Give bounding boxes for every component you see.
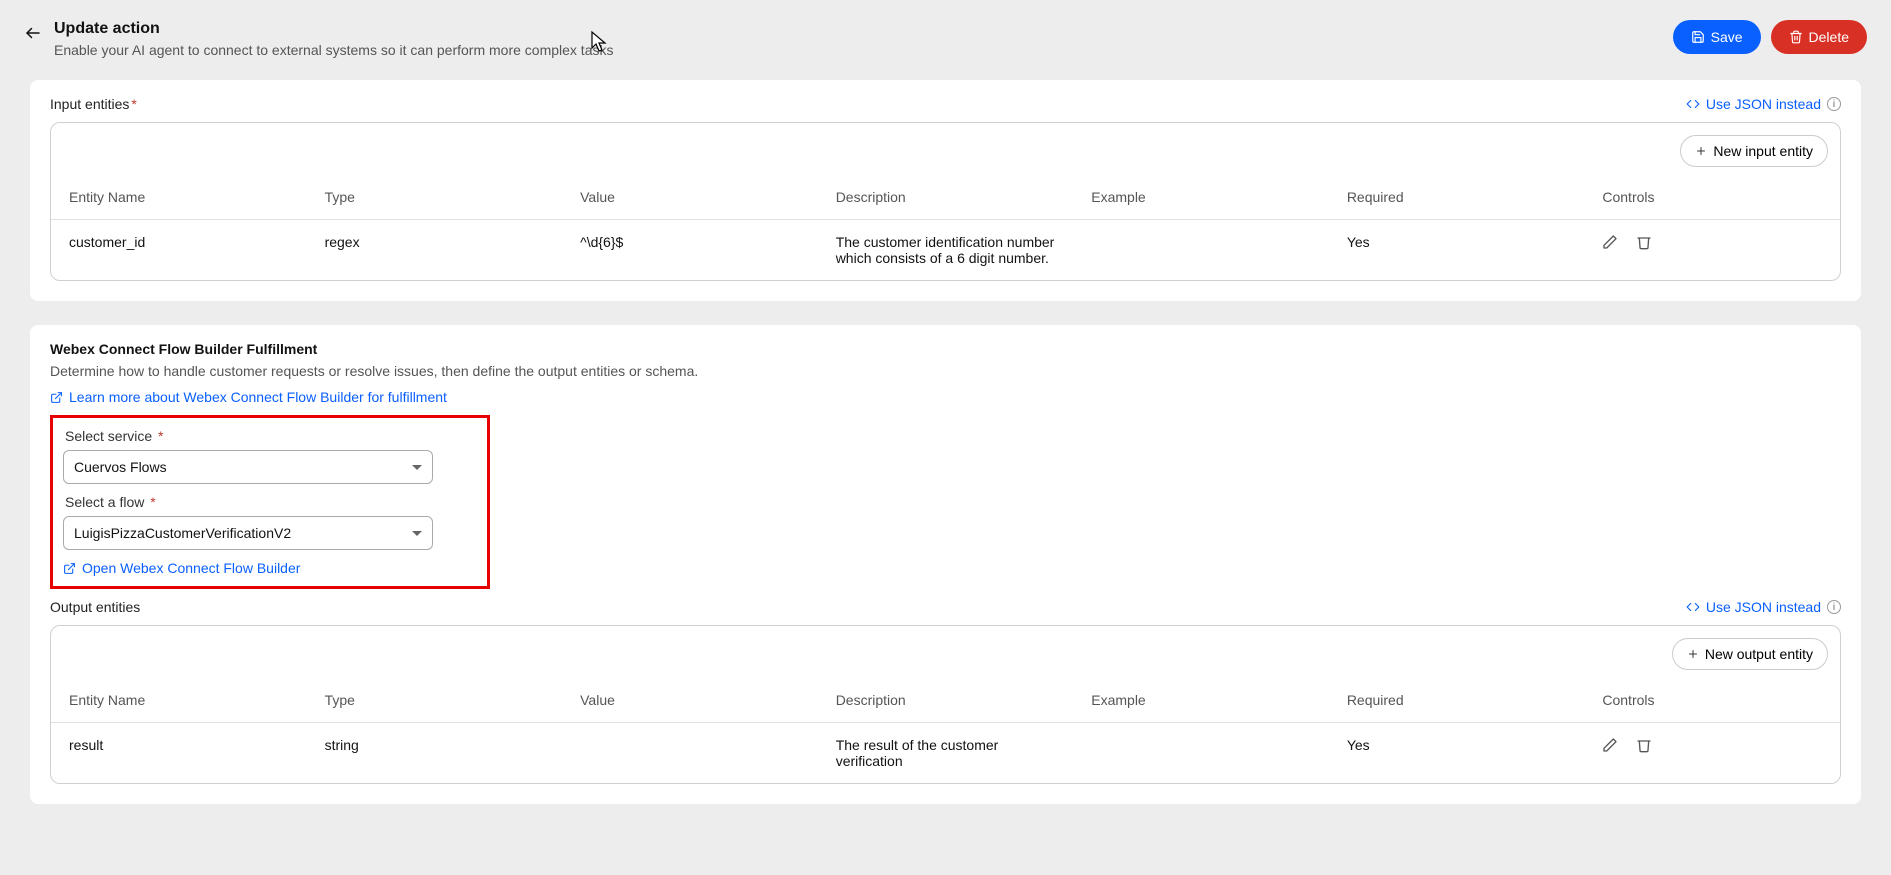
new-output-entity-button[interactable]: New output entity: [1672, 638, 1828, 670]
cell-type: regex: [307, 220, 563, 281]
cell-description: The customer identification number which…: [818, 220, 1074, 281]
required-asterisk: *: [131, 96, 136, 112]
use-json-text: Use JSON instead: [1706, 96, 1821, 112]
output-entities-label: Output entities: [50, 599, 140, 615]
new-input-entity-button[interactable]: New input entity: [1680, 135, 1828, 167]
external-link-icon: [63, 562, 76, 575]
required-asterisk: *: [150, 494, 155, 510]
open-flow-builder-text: Open Webex Connect Flow Builder: [82, 560, 300, 576]
cell-example: [1073, 723, 1329, 784]
back-arrow-icon[interactable]: [24, 24, 42, 45]
col-required: Required: [1329, 179, 1585, 220]
new-input-entity-label: New input entity: [1713, 143, 1813, 159]
select-flow-label: Select a flow *: [65, 494, 477, 510]
edit-icon[interactable]: [1602, 737, 1618, 756]
output-entities-table: New output entity Entity Name Type Value…: [50, 625, 1841, 784]
flow-selection-highlight: Select service * Cuervos Flows Select a …: [50, 415, 490, 589]
chevron-down-icon: [412, 465, 422, 470]
col-controls: Controls: [1584, 179, 1840, 220]
cell-description: The result of the customer verification: [818, 723, 1074, 784]
fulfillment-title: Webex Connect Flow Builder Fulfillment: [50, 341, 1841, 357]
col-description: Description: [818, 682, 1074, 723]
select-flow-value: LuigisPizzaCustomerVerificationV2: [74, 525, 291, 541]
col-type: Type: [307, 179, 563, 220]
new-output-entity-label: New output entity: [1705, 646, 1813, 662]
table-header-row: Entity Name Type Value Description Examp…: [51, 682, 1840, 723]
save-button-label: Save: [1711, 29, 1743, 45]
use-json-link[interactable]: Use JSON instead i: [1686, 96, 1841, 112]
input-entities-card: Input entities* Use JSON instead i New i…: [30, 80, 1861, 301]
table-row: result string The result of the customer…: [51, 723, 1840, 784]
trash-icon: [1789, 30, 1803, 44]
input-entities-table: New input entity Entity Name Type Value …: [50, 122, 1841, 281]
save-icon: [1691, 30, 1705, 44]
col-required: Required: [1329, 682, 1585, 723]
col-value: Value: [562, 682, 818, 723]
use-json-link-output[interactable]: Use JSON instead i: [1686, 599, 1841, 615]
cell-type: string: [307, 723, 563, 784]
code-icon: [1686, 97, 1700, 111]
select-flow-dropdown[interactable]: LuigisPizzaCustomerVerificationV2: [63, 516, 433, 550]
use-json-text-output: Use JSON instead: [1706, 599, 1821, 615]
learn-more-text: Learn more about Webex Connect Flow Buil…: [69, 389, 447, 405]
table-header-row: Entity Name Type Value Description Examp…: [51, 179, 1840, 220]
col-description: Description: [818, 179, 1074, 220]
cell-controls: [1584, 723, 1840, 784]
cell-name: customer_id: [51, 220, 307, 281]
plus-icon: [1695, 145, 1707, 157]
page-title: Update action: [54, 20, 614, 38]
col-example: Example: [1073, 179, 1329, 220]
col-entity-name: Entity Name: [51, 682, 307, 723]
delete-icon[interactable]: [1636, 737, 1652, 756]
input-entities-label-text: Input entities: [50, 96, 129, 112]
external-link-icon: [50, 391, 63, 404]
col-value: Value: [562, 179, 818, 220]
select-flow-label-text: Select a flow: [65, 494, 144, 510]
save-button[interactable]: Save: [1673, 20, 1761, 54]
chevron-down-icon: [412, 531, 422, 536]
select-service-label: Select service *: [65, 428, 477, 444]
col-controls: Controls: [1584, 682, 1840, 723]
cell-value: ^\d{6}$: [562, 220, 818, 281]
input-entities-label: Input entities*: [50, 96, 137, 112]
select-service-value: Cuervos Flows: [74, 459, 167, 475]
delete-icon[interactable]: [1636, 234, 1652, 253]
cell-required: Yes: [1329, 220, 1585, 281]
col-entity-name: Entity Name: [51, 179, 307, 220]
table-row: customer_id regex ^\d{6}$ The customer i…: [51, 220, 1840, 281]
cell-name: result: [51, 723, 307, 784]
col-example: Example: [1073, 682, 1329, 723]
edit-icon[interactable]: [1602, 234, 1618, 253]
header-left: Update action Enable your AI agent to co…: [24, 20, 614, 58]
fulfillment-description: Determine how to handle customer request…: [50, 363, 1841, 379]
delete-button[interactable]: Delete: [1771, 20, 1867, 54]
code-icon: [1686, 600, 1700, 614]
col-type: Type: [307, 682, 563, 723]
page-subtitle: Enable your AI agent to connect to exter…: [54, 42, 614, 58]
select-service-dropdown[interactable]: Cuervos Flows: [63, 450, 433, 484]
info-icon[interactable]: i: [1827, 600, 1841, 614]
fulfillment-card: Webex Connect Flow Builder Fulfillment D…: [30, 325, 1861, 804]
cell-required: Yes: [1329, 723, 1585, 784]
select-service-label-text: Select service: [65, 428, 152, 444]
open-flow-builder-link[interactable]: Open Webex Connect Flow Builder: [63, 560, 300, 576]
cell-example: [1073, 220, 1329, 281]
header-actions: Save Delete: [1673, 20, 1867, 54]
delete-button-label: Delete: [1809, 29, 1849, 45]
plus-icon: [1687, 648, 1699, 660]
cell-controls: [1584, 220, 1840, 281]
page-header: Update action Enable your AI agent to co…: [0, 0, 1891, 74]
required-asterisk: *: [158, 428, 163, 444]
cell-value: [562, 723, 818, 784]
learn-more-link[interactable]: Learn more about Webex Connect Flow Buil…: [50, 389, 447, 405]
info-icon[interactable]: i: [1827, 97, 1841, 111]
